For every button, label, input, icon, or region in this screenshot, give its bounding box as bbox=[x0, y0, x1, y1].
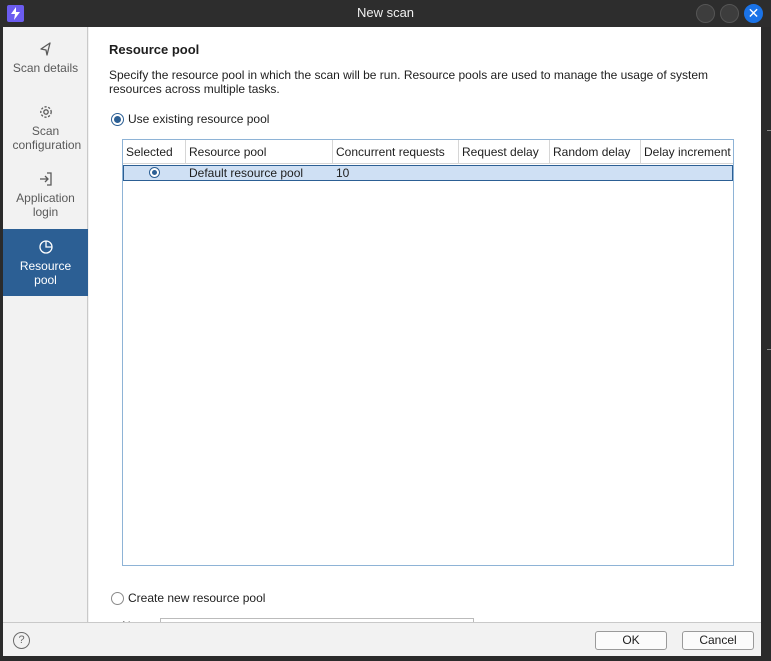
help-icon[interactable]: ? bbox=[13, 632, 30, 649]
sidebar-item-label: Scan details bbox=[12, 61, 79, 75]
cell-request-delay bbox=[459, 166, 462, 180]
maximize-button[interactable] bbox=[720, 4, 739, 23]
radio-button-checked[interactable] bbox=[111, 113, 124, 126]
use-existing-pool-radio[interactable]: Use existing resource pool bbox=[111, 112, 271, 128]
gear-icon bbox=[3, 104, 88, 120]
ok-button[interactable]: OK bbox=[595, 631, 667, 650]
title-bar: New scan ✕ bbox=[0, 0, 771, 27]
row-selected-radio[interactable] bbox=[149, 167, 160, 178]
table-row[interactable]: Default resource pool 10 bbox=[123, 165, 733, 181]
close-icon: ✕ bbox=[747, 5, 760, 21]
table-header: Selected Resource pool Concurrent reques… bbox=[123, 140, 733, 164]
cell-concurrent-requests: 10 bbox=[336, 166, 350, 180]
pie-chart-icon bbox=[3, 239, 88, 255]
sidebar-item-scan-details[interactable]: Scan details bbox=[3, 41, 88, 83]
send-icon bbox=[3, 41, 88, 57]
cell-random-delay bbox=[550, 166, 553, 180]
cancel-button[interactable]: Cancel bbox=[682, 631, 754, 650]
dialog-body: Scan details Scan configuration Applicat… bbox=[3, 27, 761, 656]
sidebar-item-label: Application login bbox=[16, 191, 75, 219]
radio-label: Use existing resource pool bbox=[128, 112, 270, 126]
edge-mark bbox=[767, 349, 771, 350]
description-text: Specify the resource pool in which the s… bbox=[109, 68, 708, 96]
sidebar-item-label: Scan configuration bbox=[12, 124, 82, 152]
sidebar-item-resource-pool[interactable]: Resource pool bbox=[3, 229, 88, 296]
login-icon bbox=[3, 171, 88, 187]
resource-pool-table[interactable]: Selected Resource pool Concurrent reques… bbox=[122, 139, 734, 566]
sidebar-item-label: Resource pool bbox=[19, 259, 72, 287]
column-header-selected[interactable]: Selected bbox=[123, 140, 186, 164]
window-edge bbox=[761, 27, 771, 661]
minimize-button[interactable] bbox=[696, 4, 715, 23]
sidebar: Scan details Scan configuration Applicat… bbox=[3, 27, 88, 622]
edge-mark bbox=[767, 130, 771, 131]
radio-label: Create new resource pool bbox=[128, 591, 266, 605]
sidebar-item-application-login[interactable]: Application login bbox=[3, 171, 88, 221]
dialog-footer: ? OK Cancel bbox=[3, 622, 761, 656]
radio-button-unchecked[interactable] bbox=[111, 592, 124, 605]
window-title: New scan bbox=[356, 5, 415, 20]
column-header-request-delay[interactable]: Request delay bbox=[459, 140, 550, 164]
column-header-resource-pool[interactable]: Resource pool bbox=[186, 140, 333, 164]
page-title: Resource pool bbox=[109, 42, 200, 57]
sidebar-item-scan-configuration[interactable]: Scan configuration bbox=[3, 104, 88, 154]
cell-delay-increment bbox=[641, 166, 644, 180]
main-panel: Resource pool Specify the resource pool … bbox=[89, 27, 761, 622]
create-new-pool-radio[interactable]: Create new resource pool bbox=[111, 591, 271, 607]
close-button[interactable]: ✕ bbox=[744, 4, 763, 23]
column-header-delay-increment[interactable]: Delay increment bbox=[641, 140, 733, 164]
cell-resource-pool: Default resource pool bbox=[189, 166, 304, 180]
column-header-concurrent-requests[interactable]: Concurrent requests bbox=[333, 140, 459, 164]
column-header-random-delay[interactable]: Random delay bbox=[550, 140, 641, 164]
